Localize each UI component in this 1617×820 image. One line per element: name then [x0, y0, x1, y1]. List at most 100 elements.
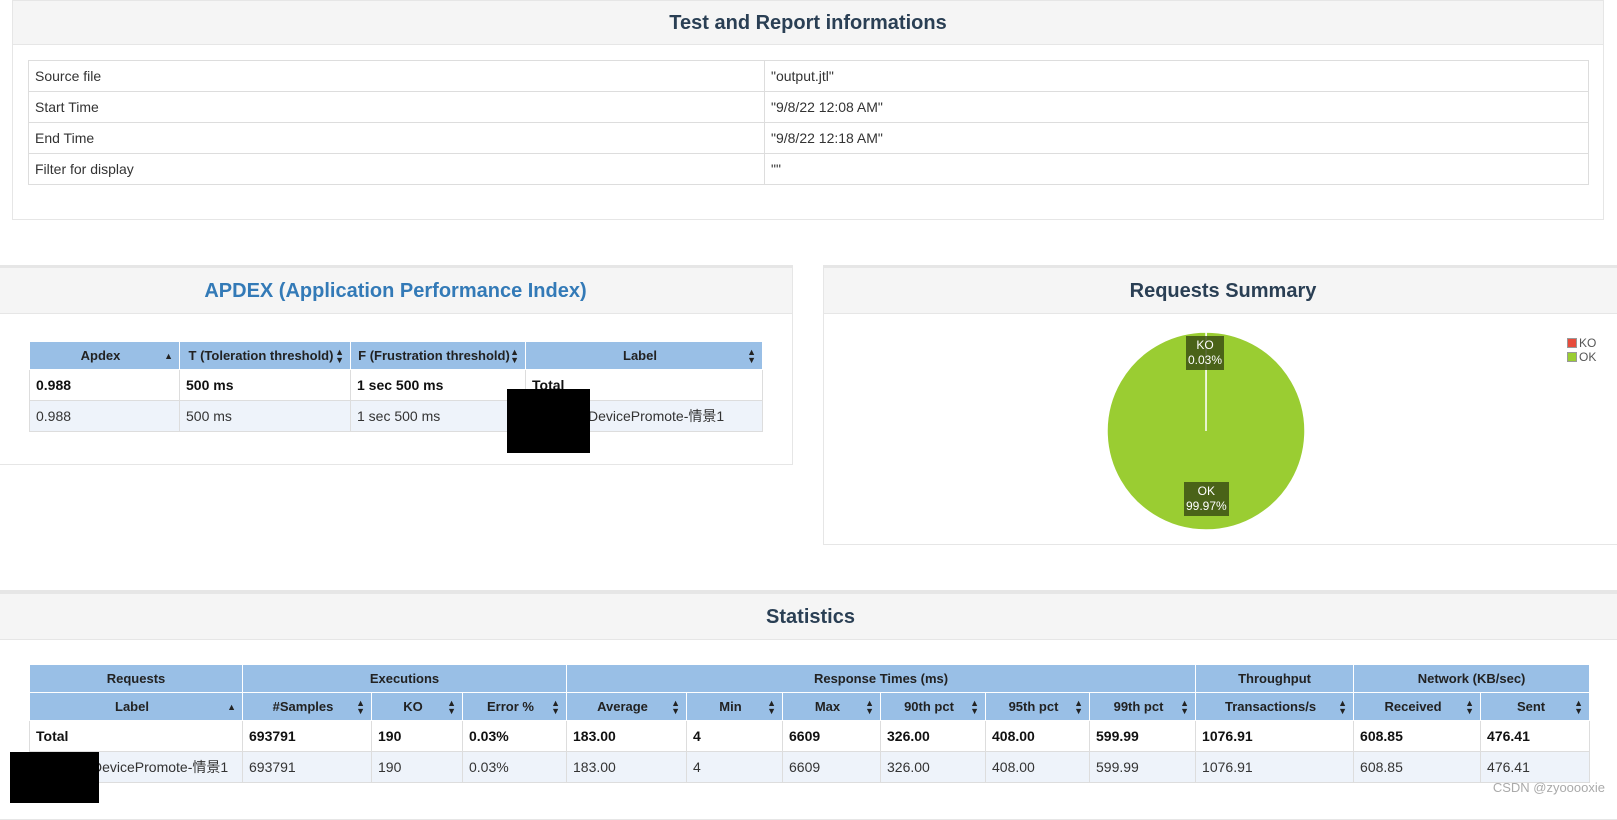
stat-cell: 6609: [783, 721, 881, 752]
stat-cell: 183.00: [567, 752, 687, 783]
apdex-value: 0.988: [30, 401, 180, 432]
column-header-90th-pct[interactable]: 90th pct▲▼: [881, 693, 986, 721]
apdex-panel: APDEX (Application Performance Index) Ap…: [0, 265, 793, 465]
column-header-label[interactable]: Label▲▼: [526, 342, 763, 370]
apdex-value: 0.988: [30, 370, 180, 401]
group-header-executions: Executions: [243, 665, 567, 693]
stat-cell: 326.00: [881, 752, 986, 783]
summary-panel-title: Requests Summary: [824, 268, 1617, 314]
toleration-value: 500 ms: [180, 401, 351, 432]
stat-cell: 608.85: [1354, 752, 1481, 783]
summary-panel: Requests Summary KO OK KO0.03%OK99.97%: [823, 265, 1617, 545]
legend-item-ok[interactable]: OK: [1567, 350, 1596, 364]
group-header-response-times: Response Times (ms): [567, 665, 1196, 693]
info-row: Filter for display "": [29, 154, 1589, 185]
pie-label-percent: 99.97%: [1186, 499, 1227, 514]
stat-cell: 326.00: [881, 721, 986, 752]
legend-item-ko[interactable]: KO: [1567, 336, 1596, 350]
pie-label-ok: OK99.97%: [1184, 482, 1229, 516]
info-row: End Time "9/8/22 12:18 AM": [29, 123, 1589, 154]
stat-cell: 476.41: [1481, 752, 1590, 783]
column-header-samples[interactable]: #Samples▲▼: [243, 693, 372, 721]
column-header-average[interactable]: Average▲▼: [567, 693, 687, 721]
stat-cell: 693791: [243, 721, 372, 752]
sort-asc-icon: ▲: [227, 703, 236, 711]
pie-label-name: OK: [1186, 484, 1227, 499]
stat-cell: 190: [372, 721, 463, 752]
sort-icon: ▲▼: [970, 699, 979, 715]
column-header-frustration[interactable]: F (Frustration threshold)▲▼: [351, 342, 526, 370]
info-key: Filter for display: [29, 154, 765, 185]
sort-icon: ▲▼: [1180, 699, 1189, 715]
sort-icon: ▲▼: [747, 348, 756, 364]
sort-asc-icon: ▲: [164, 352, 173, 360]
column-header-toleration[interactable]: T (Toleration threshold)▲▼: [180, 342, 351, 370]
info-key: End Time: [29, 123, 765, 154]
stat-cell: 476.41: [1481, 721, 1590, 752]
stat-cell: 408.00: [986, 721, 1090, 752]
toleration-value: 500 ms: [180, 370, 351, 401]
pie-label-name: KO: [1188, 338, 1222, 353]
column-header-sent[interactable]: Sent▲▼: [1481, 693, 1590, 721]
table-row: 0.988 500 ms 1 sec 500 ms DevicePromote-…: [30, 401, 763, 432]
column-header-95th-pct[interactable]: 95th pct▲▼: [986, 693, 1090, 721]
sort-icon: ▲▼: [1074, 699, 1083, 715]
stat-cell: 693791: [243, 752, 372, 783]
apdex-table: Apdex▲ T (Toleration threshold)▲▼ F (Fru…: [29, 341, 763, 432]
stats-panel: Statistics Requests Executions Response …: [0, 590, 1617, 820]
info-key: Source file: [29, 61, 765, 92]
column-header-ko[interactable]: KO▲▼: [372, 693, 463, 721]
stat-cell: 599.99: [1090, 721, 1196, 752]
column-header-transactions[interactable]: Transactions/s▲▼: [1196, 693, 1354, 721]
column-header-99th-pct[interactable]: 99th pct▲▼: [1090, 693, 1196, 721]
stat-cell: 4: [687, 721, 783, 752]
sort-icon: ▲▼: [865, 699, 874, 715]
apdex-panel-title: APDEX (Application Performance Index): [0, 268, 792, 314]
info-table: Source file "output.jtl" Start Time "9/8…: [28, 60, 1589, 185]
table-row: Total 693791 190 0.03% 183.00 4 6609 326…: [30, 721, 1590, 752]
group-header-throughput: Throughput: [1196, 665, 1354, 693]
redaction-block: [10, 752, 99, 803]
column-header-label[interactable]: Label▲: [30, 693, 243, 721]
frustration-value: 1 sec 500 ms: [351, 370, 526, 401]
info-value: "9/8/22 12:18 AM": [765, 123, 1589, 154]
info-row: Start Time "9/8/22 12:08 AM": [29, 92, 1589, 123]
sort-icon: ▲▼: [767, 699, 776, 715]
info-value: "": [765, 154, 1589, 185]
stat-cell: Total: [30, 721, 243, 752]
column-header-apdex[interactable]: Apdex▲: [30, 342, 180, 370]
sort-icon: ▲▼: [335, 348, 344, 364]
chart-legend: KO OK: [1567, 336, 1596, 364]
legend-swatch: [1567, 352, 1577, 362]
stat-cell: 1076.91: [1196, 752, 1354, 783]
stat-cell: 0.03%: [463, 721, 567, 752]
sort-icon: ▲▼: [1338, 699, 1347, 715]
column-header-received[interactable]: Received▲▼: [1354, 693, 1481, 721]
table-row: 0.988 500 ms 1 sec 500 ms Total: [30, 370, 763, 401]
redaction-block: [507, 389, 590, 453]
info-panel-title: Test and Report informations: [13, 1, 1603, 45]
sort-icon: ▲▼: [447, 699, 456, 715]
group-header-requests: Requests: [30, 665, 243, 693]
frustration-value: 1 sec 500 ms: [351, 401, 526, 432]
sort-icon: ▲▼: [671, 699, 680, 715]
column-header-min[interactable]: Min▲▼: [687, 693, 783, 721]
column-header-row: Label▲ #Samples▲▼ KO▲▼ Error %▲▼ Average…: [30, 693, 1590, 721]
stat-cell: 599.99: [1090, 752, 1196, 783]
sort-icon: ▲▼: [551, 699, 560, 715]
stat-cell: 190: [372, 752, 463, 783]
stat-cell: 608.85: [1354, 721, 1481, 752]
legend-swatch: [1567, 338, 1577, 348]
info-panel: Test and Report informations Source file…: [12, 0, 1604, 220]
stat-cell: 408.00: [986, 752, 1090, 783]
column-header-error-pct[interactable]: Error %▲▼: [463, 693, 567, 721]
watermark: CSDN @zyooooxie: [1493, 780, 1605, 795]
group-header-network: Network (KB/sec): [1354, 665, 1590, 693]
info-row: Source file "output.jtl": [29, 61, 1589, 92]
pie-label-percent: 0.03%: [1188, 353, 1222, 368]
stats-panel-title: Statistics: [0, 594, 1617, 640]
table-row: DevicePromote-情景1 693791 190 0.03% 183.0…: [30, 752, 1590, 783]
pie-label-ko: KO0.03%: [1186, 336, 1224, 370]
column-header-max[interactable]: Max▲▼: [783, 693, 881, 721]
stats-table: Requests Executions Response Times (ms) …: [29, 664, 1590, 783]
